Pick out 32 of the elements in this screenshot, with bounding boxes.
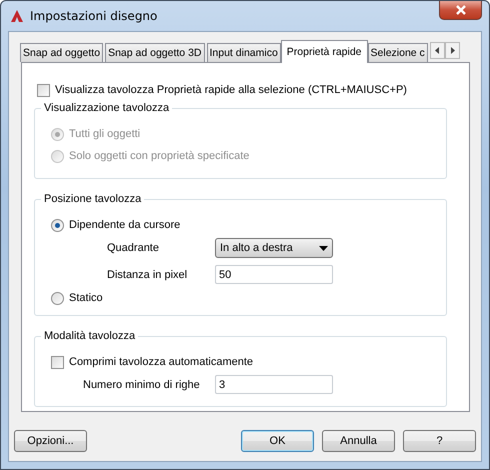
radio-label: Tutti gli oggetti bbox=[69, 128, 140, 140]
input-field[interactable]: 50 bbox=[215, 265, 333, 284]
dialog-button[interactable]: Annulla bbox=[322, 430, 395, 452]
tab[interactable]: Proprietà rapide bbox=[280, 40, 368, 63]
radio-button[interactable] bbox=[51, 218, 64, 232]
dialog-button[interactable]: Opzioni... bbox=[14, 430, 87, 452]
quadrant-dropdown[interactable]: In alto a destra bbox=[215, 238, 333, 258]
tab[interactable]: Selezione c bbox=[368, 43, 428, 62]
tab[interactable]: Snap ad oggetto 3D bbox=[105, 43, 204, 62]
tab[interactable]: Input dinamico bbox=[206, 43, 281, 62]
scroll-right-icon[interactable] bbox=[444, 42, 460, 59]
field-label: Distanza in pixel bbox=[107, 268, 188, 280]
close-icon bbox=[454, 5, 466, 15]
dropdown-arrow-icon bbox=[319, 246, 328, 250]
checkbox[interactable] bbox=[51, 356, 64, 368]
dialog-button[interactable]: ? bbox=[403, 430, 476, 452]
radio-button[interactable] bbox=[51, 292, 64, 304]
field-label: Numero minimo di righe bbox=[83, 378, 201, 390]
tab[interactable]: Snap ad oggetto bbox=[20, 43, 104, 62]
radio-label: Solo oggetti con proprietà specificate bbox=[69, 150, 250, 162]
checkbox-label: Comprimi tavolozza automaticamente bbox=[69, 356, 254, 368]
input-field[interactable]: 3 bbox=[215, 375, 333, 394]
scroll-left-icon[interactable] bbox=[430, 42, 445, 59]
checkbox-label: Visualizza tavolozza Proprietà rapide alla selezione (CTRL+MAIUSC+P) bbox=[55, 84, 407, 96]
window-title: Impostazioni disegno bbox=[30, 9, 158, 23]
close-button[interactable] bbox=[439, 1, 482, 20]
logo-icon bbox=[10, 9, 24, 23]
checkbox[interactable] bbox=[37, 84, 50, 96]
radio-label: Statico bbox=[69, 292, 103, 304]
dialog-button[interactable]: OK bbox=[241, 430, 314, 452]
field-label: Quadrante bbox=[107, 242, 160, 254]
radio-label: Dipendente da cursore bbox=[69, 219, 180, 231]
